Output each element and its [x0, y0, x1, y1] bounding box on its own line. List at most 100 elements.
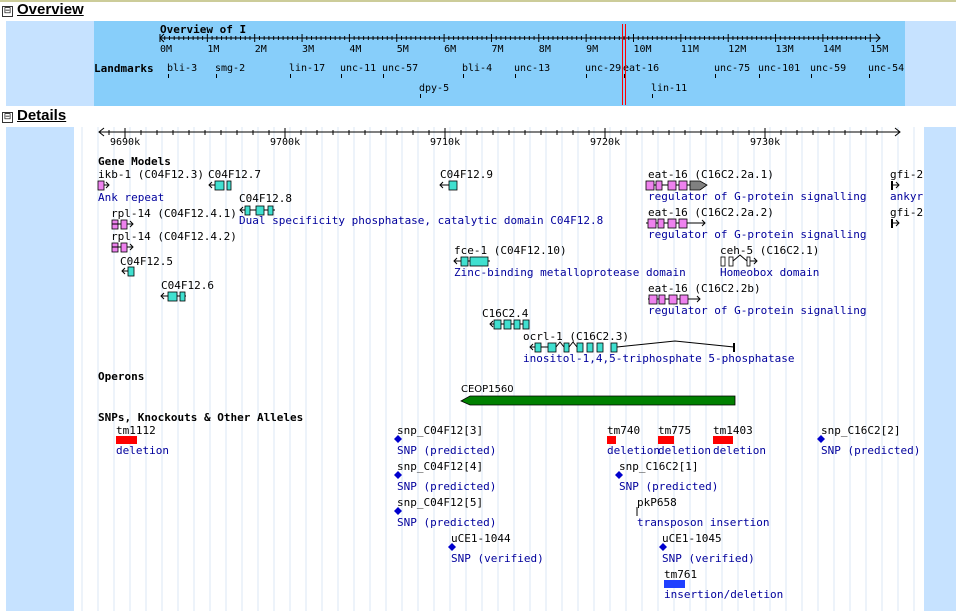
overview-tick-label: 6M — [444, 44, 457, 55]
overview-tick-label: 5M — [396, 44, 409, 55]
landmark-tick — [290, 74, 291, 78]
gene-eat-16-a2-label[interactable]: eat-16 (C16C2.2a.2) — [648, 207, 774, 219]
details-title[interactable]: Details — [17, 107, 66, 124]
overview-tick-label: 11M — [680, 44, 699, 55]
gene-c16c2-4-label[interactable]: C16C2.4 — [482, 308, 528, 320]
overview-tick-label: 0M — [160, 44, 173, 55]
allele-snp-c04f12-5-label[interactable]: snp_C04F12[5] — [397, 497, 483, 509]
gene-gfi-2-label-2[interactable]: gfi-2 — [890, 207, 923, 219]
alleles-label: SNPs, Knockouts & Other Alleles — [98, 411, 304, 424]
gene-ceh-5-desc[interactable]: Homeobox domain — [720, 267, 819, 279]
gene-ocrl-1-desc[interactable]: inositol-1,4,5-triphosphate 5-phosphatas… — [523, 353, 795, 365]
allele-tm775-desc[interactable]: deletion — [658, 445, 711, 457]
gene-ikb-1-desc[interactable]: Ank repeat — [98, 192, 164, 204]
allele-tm775-label[interactable]: tm775 — [658, 425, 691, 437]
gene-ikb-1-label[interactable]: ikb-1 (C04F12.3) — [98, 169, 204, 181]
allele-snp-c16c2-2-desc[interactable]: SNP (predicted) — [821, 445, 920, 457]
gene-rpl-14-1-label[interactable]: rpl-14 (C04F12.4.1) — [111, 208, 237, 220]
allele-uce1-1045-desc[interactable]: SNP (verified) — [662, 553, 755, 565]
landmark-unc-57[interactable]: unc-57 — [382, 63, 418, 74]
gene-c04f12-6-label[interactable]: C04F12.6 — [161, 280, 214, 292]
allele-tm740-desc[interactable]: deletion — [607, 445, 660, 457]
landmark-eat-16[interactable]: eat-16 — [623, 63, 659, 74]
overview-track[interactable]: Overview of I 0M 1M 2M 3M 4M 5M 6M 7M 8M 9M 10M 11M… — [94, 21, 905, 106]
details-ruler — [98, 127, 901, 139]
allele-snp-c04f12-3-desc[interactable]: SNP (predicted) — [397, 445, 496, 457]
allele-snp-c04f12-4-desc[interactable]: SNP (predicted) — [397, 481, 496, 493]
gene-eat-16-a1-label[interactable]: eat-16 (C16C2.2a.1) — [648, 169, 774, 181]
gene-models-label: Gene Models — [98, 155, 171, 168]
overview-header[interactable]: ⊟ Overview — [2, 1, 84, 18]
gene-fce-1-label[interactable]: fce-1 (C04F12.10) — [454, 245, 567, 257]
landmark-tick — [341, 74, 342, 78]
gene-rpl-14-2-label[interactable]: rpl-14 (C04F12.4.2) — [111, 231, 237, 243]
gene-c04f12-8-label[interactable]: C04F12.8 — [239, 193, 292, 205]
allele-snp-c04f12-3-label[interactable]: snp_C04F12[3] — [397, 425, 483, 437]
overview-tick-label: 10M — [633, 44, 652, 55]
allele-uce1-1044-desc[interactable]: SNP (verified) — [451, 553, 544, 565]
gene-ceh-5-label[interactable]: ceh-5 (C16C2.1) — [720, 245, 819, 257]
collapse-details-icon[interactable]: ⊟ — [2, 112, 13, 123]
gene-c04f12-7-label[interactable]: C04F12.7 — [208, 169, 261, 181]
allele-uce1-1045-label[interactable]: uCE1-1045 — [662, 533, 722, 545]
details-panel-right — [924, 127, 956, 611]
gene-c04f12-5-label[interactable]: C04F12.5 — [120, 256, 173, 268]
allele-tm740-label[interactable]: tm740 — [607, 425, 640, 437]
landmark-unc-59[interactable]: unc-59 — [810, 63, 846, 74]
details-ruler-label: 9700k — [270, 137, 301, 148]
landmark-bli-3[interactable]: bli-3 — [167, 63, 197, 74]
overview-tick-label: 14M — [822, 44, 841, 55]
landmark-smg-2[interactable]: smg-2 — [215, 63, 245, 74]
gene-gfi-2-desc[interactable]: ankyri — [890, 191, 924, 203]
gene-gfi-2-label[interactable]: gfi-2 — [890, 169, 923, 181]
allele-pkp658-label[interactable]: pkP658 — [637, 497, 677, 509]
landmark-unc-75[interactable]: unc-75 — [714, 63, 750, 74]
landmark-unc-29[interactable]: unc-29 — [585, 63, 621, 74]
allele-tm1403-label[interactable]: tm1403 — [713, 425, 753, 437]
gene-ocrl-1-label[interactable]: ocrl-1 (C16C2.3) — [523, 331, 629, 343]
landmark-lin-17[interactable]: lin-17 — [289, 63, 325, 74]
landmark-unc-101[interactable]: unc-101 — [758, 63, 800, 74]
top-border — [0, 0, 956, 2]
landmark-bli-4[interactable]: bli-4 — [462, 63, 492, 74]
gene-fce-1-desc[interactable]: Zinc-binding metalloprotease domain — [454, 267, 686, 279]
current-region-marker[interactable] — [622, 24, 626, 105]
gene-eat-16-a1-desc[interactable]: regulator of G-protein signalling — [648, 191, 867, 203]
allele-tm1403-desc[interactable]: deletion — [713, 445, 766, 457]
landmark-unc-54[interactable]: unc-54 — [868, 63, 904, 74]
landmark-unc-13[interactable]: unc-13 — [514, 63, 550, 74]
allele-snp-c04f12-4-label[interactable]: snp_C04F12[4] — [397, 461, 483, 473]
overview-tick-label: 12M — [728, 44, 747, 55]
allele-snp-c16c2-1-desc[interactable]: SNP (predicted) — [619, 481, 718, 493]
gene-eat-16-a2-desc[interactable]: regulator of G-protein signalling — [648, 229, 867, 241]
gene-c04f12-9-label[interactable]: C04F12.9 — [440, 169, 493, 181]
landmark-tick — [383, 74, 384, 78]
allele-tm1112-desc[interactable]: deletion — [116, 445, 169, 457]
collapse-overview-icon[interactable]: ⊟ — [2, 6, 13, 17]
landmark-unc-11[interactable]: unc-11 — [340, 63, 376, 74]
landmark-dpy-5[interactable]: dpy-5 — [419, 83, 449, 94]
gene-c04f12-8-desc[interactable]: Dual specificity phosphatase, catalytic … — [239, 215, 603, 227]
landmark-tick — [515, 74, 516, 78]
allele-tm1112-label[interactable]: tm1112 — [116, 425, 156, 437]
allele-snp-c16c2-2-label[interactable]: snp_C16C2[2] — [821, 425, 900, 437]
allele-snp-c04f12-5-desc[interactable]: SNP (predicted) — [397, 517, 496, 529]
gene-eat-16-b-desc[interactable]: regulator of G-protein signalling — [648, 305, 867, 317]
allele-uce1-1044-label[interactable]: uCE1-1044 — [451, 533, 511, 545]
overview-tick-label: 2M — [254, 44, 267, 55]
gene-eat-16-b-label[interactable]: eat-16 (C16C2.2b) — [648, 283, 761, 295]
landmark-lin-11[interactable]: lin-11 — [651, 83, 687, 94]
overview-tick-label: 13M — [775, 44, 794, 55]
details-header[interactable]: ⊟ Details — [2, 107, 66, 124]
overview-tick-label: 3M — [302, 44, 315, 55]
overview-title[interactable]: Overview — [17, 1, 84, 18]
landmarks-label: Landmarks — [94, 62, 154, 75]
allele-pkp658-desc[interactable]: transposon insertion — [637, 517, 769, 529]
overview-tick-label: 15M — [870, 44, 889, 55]
allele-snp-c16c2-1-label[interactable]: snp_C16C2[1] — [619, 461, 698, 473]
allele-tm761-desc[interactable]: insertion/deletion — [664, 589, 783, 601]
landmark-tick — [869, 74, 870, 78]
allele-tm761-label[interactable]: tm761 — [664, 569, 697, 581]
operon-label[interactable]: CEOP1560 — [461, 384, 514, 396]
overview-tick-label: 8M — [538, 44, 551, 55]
